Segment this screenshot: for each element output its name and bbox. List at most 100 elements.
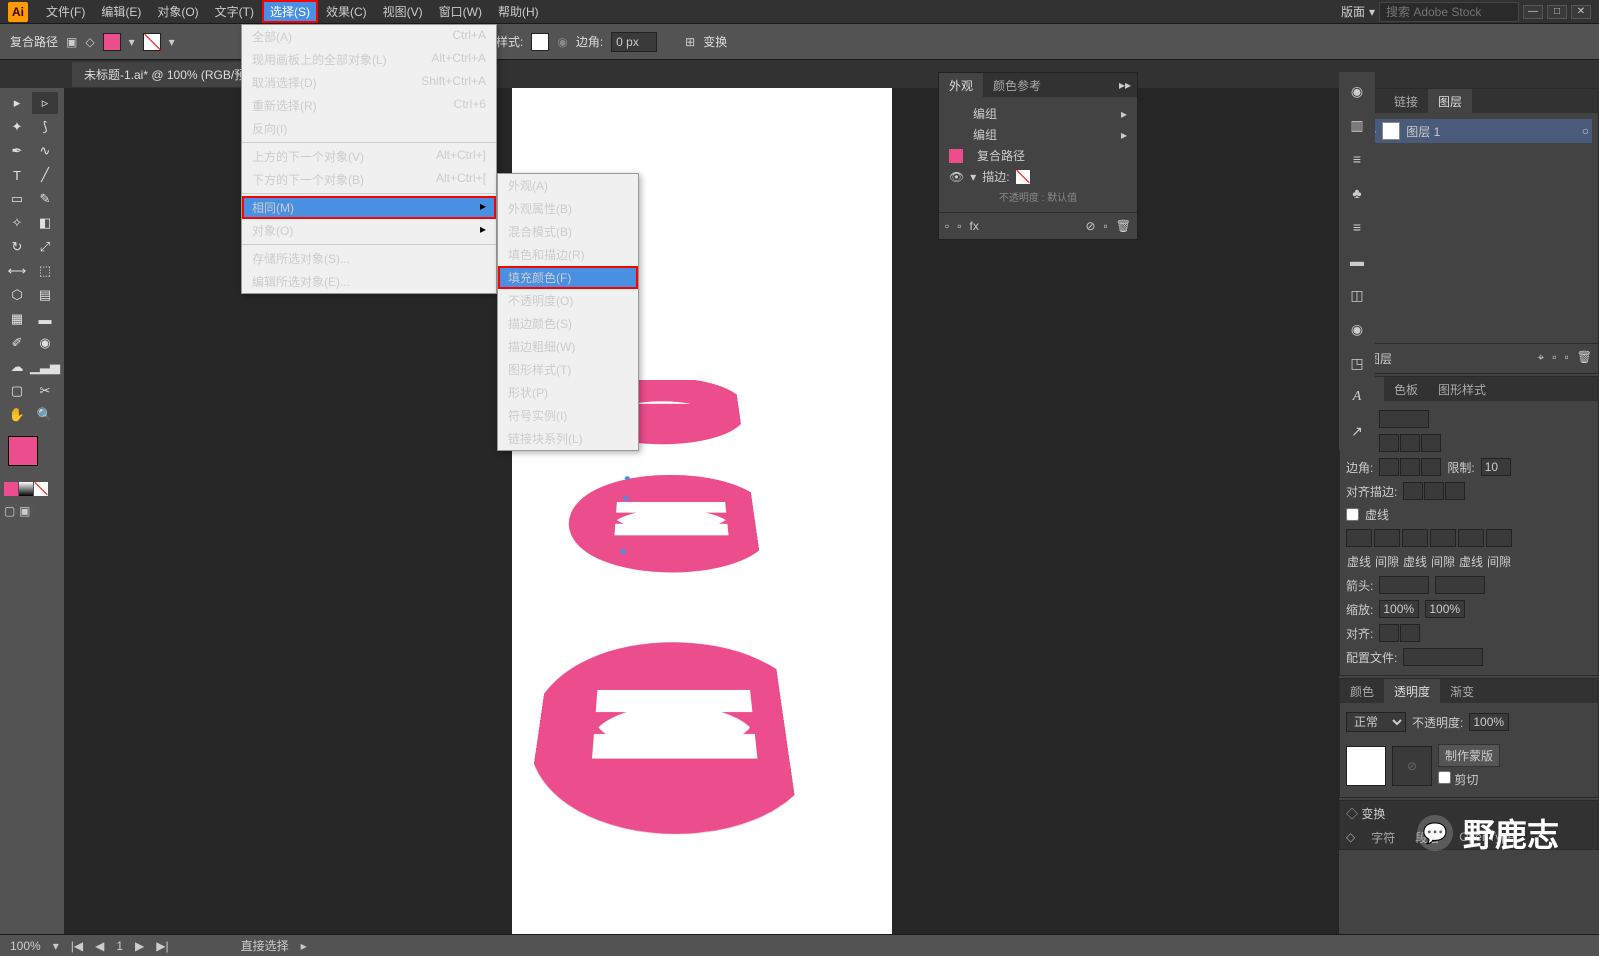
type-panel-icon[interactable]: A (1346, 386, 1368, 408)
menu-same[interactable]: 相同(M)▸ (242, 196, 496, 219)
corner-input[interactable] (611, 32, 657, 52)
perspective-tool[interactable]: ▤ (32, 284, 58, 306)
fill-dropdown-icon[interactable]: ▾ (129, 35, 135, 49)
dash-2[interactable] (1402, 529, 1428, 547)
layout-label[interactable]: 版面 (1341, 3, 1365, 20)
layer-name[interactable]: 图层 1 (1406, 123, 1440, 140)
delete-layer-icon[interactable]: 🗑 (1577, 350, 1592, 367)
clip-checkbox[interactable] (1438, 771, 1451, 784)
rectangle-tool[interactable]: ▭ (4, 188, 30, 210)
menu-type[interactable]: 文字(T) (207, 0, 262, 23)
new-layer-icon[interactable]: ▫ (1565, 350, 1569, 367)
appearance-row[interactable]: 编组▸ (945, 103, 1131, 124)
gap-2[interactable] (1430, 529, 1456, 547)
minimize-button[interactable]: — (1523, 5, 1543, 19)
swatches-panel-icon[interactable]: ▥ (1346, 114, 1368, 136)
duplicate-icon[interactable]: ▫ (1104, 219, 1108, 233)
submenu-fill-color[interactable]: 填充颜色(F) (498, 266, 638, 289)
align-end[interactable] (1400, 624, 1420, 642)
dash-3[interactable] (1458, 529, 1484, 547)
maximize-button[interactable]: □ (1547, 5, 1567, 19)
fill-color[interactable] (8, 436, 38, 466)
anchor-icon[interactable]: ▣ (66, 35, 77, 49)
layout-dropdown-icon[interactable]: ▾ (1369, 5, 1375, 19)
eyedropper-tool[interactable]: ✐ (4, 332, 30, 354)
limit-input[interactable] (1481, 458, 1511, 476)
panel-collapse-icon[interactable]: ▸▸ (1113, 78, 1137, 92)
appearance-row[interactable]: 编组▸ (945, 124, 1131, 145)
submenu-stroke-weight[interactable]: 描边粗细(W) (498, 335, 638, 358)
scale-start[interactable] (1379, 600, 1419, 618)
submenu-blend-mode[interactable]: 混合模式(B) (498, 220, 638, 243)
gap-3[interactable] (1486, 529, 1512, 547)
selection-tool[interactable]: ▸ (4, 92, 30, 114)
magic-wand-tool[interactable]: ✦ (4, 116, 30, 138)
slice-tool[interactable]: ✂ (32, 380, 58, 402)
tab-graphic-styles[interactable]: 图形样式 (1428, 377, 1496, 402)
fill-stroke-control[interactable] (4, 436, 60, 476)
stroke-swatch[interactable] (143, 33, 161, 51)
free-transform-tool[interactable]: ⬚ (32, 260, 58, 282)
submenu-appearance[interactable]: 外观(A) (498, 174, 638, 197)
menu-next-above[interactable]: 上方的下一个对象(V)Alt+Ctrl+] (242, 145, 496, 168)
tab-appearance[interactable]: 外观 (939, 73, 983, 98)
tab-swatches[interactable]: 色板 (1384, 377, 1428, 402)
profile-select[interactable] (1403, 648, 1483, 666)
menu-deselect[interactable]: 取消选择(D)Shift+Ctrl+A (242, 71, 496, 94)
nav-first-icon[interactable]: |◀ (71, 939, 83, 953)
new-sublayer-icon[interactable]: ▫ (1552, 350, 1556, 367)
brush-tool[interactable]: ✎ (32, 188, 58, 210)
menu-help[interactable]: 帮助(H) (490, 0, 547, 23)
screen-mode-normal[interactable]: ▢ (4, 504, 18, 518)
align-inside[interactable] (1424, 482, 1444, 500)
menu-reselect[interactable]: 重新选择(R)Ctrl+6 (242, 94, 496, 117)
cap-square[interactable] (1421, 434, 1441, 452)
tab-color[interactable]: 颜色 (1340, 679, 1384, 704)
appearance-stroke-row[interactable]: 👁▾描边: (945, 166, 1131, 187)
menu-window[interactable]: 窗口(W) (431, 0, 490, 23)
menu-next-below[interactable]: 下方的下一个对象(B)Alt+Ctrl+[ (242, 168, 496, 191)
eraser-tool[interactable]: ◧ (32, 212, 58, 234)
menu-save-selection[interactable]: 存储所选对象(S)... (242, 247, 496, 270)
gap-1[interactable] (1374, 529, 1400, 547)
menu-view[interactable]: 视图(V) (375, 0, 431, 23)
align-outside[interactable] (1445, 482, 1465, 500)
align-center[interactable] (1403, 482, 1423, 500)
menu-select-all[interactable]: 全部(A)Ctrl+A (242, 25, 496, 48)
menu-effect[interactable]: 效果(C) (318, 0, 375, 23)
stroke-dropdown-icon[interactable]: ▾ (169, 35, 175, 49)
menu-file[interactable]: 文件(F) (38, 0, 93, 23)
cap-butt[interactable] (1379, 434, 1399, 452)
dash-1[interactable] (1346, 529, 1372, 547)
scale-end[interactable] (1425, 600, 1465, 618)
submenu-stroke-color[interactable]: 描边颜色(S) (498, 312, 638, 335)
new-effect-icon[interactable]: fx (970, 219, 979, 233)
appearance-row[interactable]: 复合路径 (945, 145, 1131, 166)
mesh-tool[interactable]: ▦ (4, 308, 30, 330)
pen-tool[interactable]: ✒ (4, 140, 30, 162)
clear-icon[interactable]: ⊘ (1085, 219, 1095, 233)
color-mode-fill[interactable] (4, 482, 18, 496)
nav-last-icon[interactable]: ▶| (156, 939, 168, 953)
menu-object-submenu[interactable]: 对象(O)▸ (242, 219, 496, 242)
nav-next-icon[interactable]: ▶ (135, 939, 144, 953)
type-tool[interactable]: T (4, 164, 30, 186)
hand-tool[interactable]: ✋ (4, 404, 30, 426)
color-panel-icon[interactable]: ◉ (1346, 80, 1368, 102)
align-icon[interactable]: ⊞ (685, 35, 695, 49)
color-mode-gradient[interactable] (19, 482, 33, 496)
layer-target-icon[interactable]: ○ (1582, 124, 1589, 138)
corner-bevel[interactable] (1421, 458, 1441, 476)
tool-dropdown-icon[interactable]: ▸ (301, 939, 307, 953)
submenu-opacity[interactable]: 不透明度(O) (498, 289, 638, 312)
symbols-panel-icon[interactable]: ♣ (1346, 182, 1368, 204)
anchor-icon2[interactable]: ◇ (85, 35, 94, 49)
menu-inverse[interactable]: 反向(I) (242, 117, 496, 140)
lasso-tool[interactable]: ⟆ (32, 116, 58, 138)
menu-object[interactable]: 对象(O) (149, 0, 206, 23)
stroke-panel-icon[interactable]: ≡ (1346, 216, 1368, 238)
menu-select-all-artboard[interactable]: 现用画板上的全部对象(L)Alt+Ctrl+A (242, 48, 496, 71)
locate-icon[interactable]: ⌖ (1537, 350, 1544, 367)
layer-row[interactable]: 👁 ▸ 图层 1 ○ (1346, 119, 1592, 143)
zoom-dropdown-icon[interactable]: ▾ (53, 939, 59, 953)
